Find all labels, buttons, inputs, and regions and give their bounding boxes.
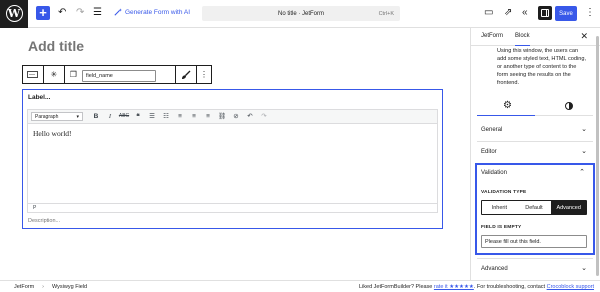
gear-icon[interactable]: ⚙ <box>503 101 512 111</box>
link-icon[interactable]: ⛓ <box>215 112 229 121</box>
rate-link[interactable]: rate it ★★★★★ <box>434 284 474 290</box>
copy-icon[interactable]: ❐ <box>70 70 77 79</box>
option-default[interactable]: Default <box>517 201 552 214</box>
chevron-down-icon: ⌄ <box>581 126 587 133</box>
brush-icon[interactable] <box>176 66 198 83</box>
unlink-icon[interactable]: ⊘ <box>229 112 243 121</box>
sidebar-tabs: JetForm Block ✕ <box>471 28 600 46</box>
magic-wand-icon <box>114 8 122 16</box>
validation-type-toggle: Inherit Default Advanced <box>481 200 587 215</box>
settings-sidebar-toggle[interactable] <box>538 6 552 20</box>
credit-prefix: Liked JetFormBuilder? Please <box>359 284 433 290</box>
options-menu-icon[interactable]: ⋮ <box>585 7 595 19</box>
tab-jetform[interactable]: JetForm <box>481 33 503 39</box>
panel-general-title: General <box>481 127 503 133</box>
sidebar-sub-tabs: ⚙ <box>477 98 593 116</box>
editor-canvas: Add title ✳ ❐ field_name ⋮ Label... Para… <box>0 28 470 280</box>
undo-icon[interactable]: ↶ <box>58 7 66 19</box>
document-title: No title · JetForm <box>277 10 324 17</box>
support-link[interactable]: Crocoblock support <box>547 284 594 290</box>
italic-icon[interactable]: I <box>103 112 117 121</box>
footer-credit: Liked JetFormBuilder? Please rate it ★★★… <box>359 284 594 290</box>
editor-content[interactable]: Hello world! <box>33 129 72 138</box>
blockquote-icon[interactable]: ❝ <box>131 112 145 121</box>
format-select-value: Paragraph <box>35 113 59 120</box>
numbered-list-icon[interactable]: ☷ <box>159 112 173 121</box>
wysiwyg-editor: Paragraph ▾ B I ABC ❝ ☰ ☷ ≡ ≡ ≡ ⛓ ⊘ ↶ ↷ … <box>27 109 438 213</box>
align-right-icon[interactable]: ≡ <box>201 112 215 121</box>
editor-toolbar: Paragraph ▾ B I ABC ❝ ☰ ☷ ≡ ≡ ≡ ⛓ ⊘ ↶ ↷ <box>28 110 437 124</box>
editor-header: W + ↶ ↷ ☰ Generate Form with AI No title… <box>0 0 600 28</box>
bullet-list-icon[interactable]: ☰ <box>145 112 159 121</box>
editor-footer: JetForm › Wysiwyg Field Liked JetFormBui… <box>0 280 600 292</box>
settings-sidebar: JetForm Block ✕ Using this window, the u… <box>470 28 600 280</box>
command-shortcut: Ctrl+K <box>378 10 394 17</box>
block-options-icon[interactable]: ⋮ <box>197 66 211 83</box>
device-preview-icon[interactable]: ▭ <box>484 7 493 19</box>
field-is-empty-input[interactable]: Please fill out this field. <box>481 235 587 248</box>
field-settings-icon[interactable]: ✳ <box>44 66 65 83</box>
block-description: Using this window, the users can add som… <box>497 48 587 86</box>
breadcrumb-item-wysiwyg[interactable]: Wysiwyg Field <box>52 284 87 290</box>
chevron-up-icon[interactable]: ⌃ <box>579 168 585 176</box>
wysiwyg-field-block[interactable]: Label... Paragraph ▾ B I ABC ❝ ☰ ☷ ≡ ≡ ≡… <box>22 89 443 229</box>
redo-editor-icon[interactable]: ↷ <box>257 112 271 121</box>
field-name-input[interactable]: field_name <box>81 69 156 82</box>
validation-type-label: VALIDATION TYPE <box>481 190 527 195</box>
option-inherit[interactable]: Inherit <box>482 201 517 214</box>
view-post-icon[interactable]: ⇗ <box>504 7 512 19</box>
panel-validation: Validation ⌃ VALIDATION TYPE Inherit Def… <box>475 163 595 255</box>
field-name-group: ❐ field_name <box>65 66 177 83</box>
panel-validation-title[interactable]: Validation <box>481 170 507 176</box>
redo-icon[interactable]: ↷ <box>76 7 84 19</box>
save-button[interactable]: Save <box>555 6 577 21</box>
align-center-icon[interactable]: ≡ <box>187 112 201 121</box>
breadcrumb-item-jetform[interactable]: JetForm <box>14 284 34 290</box>
post-title-input[interactable]: Add title <box>28 38 84 54</box>
block-toolbar: ✳ ❐ field_name ⋮ <box>22 65 212 84</box>
generate-form-ai-label: Generate Form with AI <box>125 8 191 16</box>
wordpress-logo-button[interactable]: W <box>0 0 28 28</box>
field-label-input[interactable]: Label... <box>28 94 50 101</box>
option-advanced[interactable]: Advanced <box>551 201 587 214</box>
document-overview-icon[interactable]: ☰ <box>93 7 102 19</box>
command-palette-bar[interactable]: No title · JetForm Ctrl+K <box>202 6 400 21</box>
styles-icon[interactable] <box>565 102 573 110</box>
format-select[interactable]: Paragraph ▾ <box>31 112 83 121</box>
chevron-right-icon: › <box>42 284 45 290</box>
bold-icon[interactable]: B <box>89 112 103 121</box>
panel-advanced-title: Advanced <box>481 266 508 272</box>
collapse-icon[interactable]: « <box>522 7 528 19</box>
chevron-down-icon: ⌄ <box>581 265 587 272</box>
panel-advanced[interactable]: Advanced ⌄ <box>477 258 593 280</box>
field-description-input[interactable]: Description... <box>28 218 60 224</box>
panel-editor[interactable]: Editor ⌄ <box>477 142 593 164</box>
generate-form-ai-button[interactable]: Generate Form with AI <box>114 8 190 16</box>
undo-editor-icon[interactable]: ↶ <box>243 112 257 121</box>
field-is-empty-label: FIELD IS EMPTY <box>481 225 522 230</box>
block-inserter-button[interactable]: + <box>36 6 50 20</box>
close-icon[interactable]: ✕ <box>580 31 588 42</box>
tab-block[interactable]: Block <box>515 33 530 46</box>
chevron-down-icon: ▾ <box>76 113 79 120</box>
sidebar-scrollbar[interactable] <box>596 30 599 278</box>
breadcrumb: JetForm › Wysiwyg Field <box>14 284 87 290</box>
panel-editor-title: Editor <box>481 149 497 155</box>
chevron-down-icon: ⌄ <box>581 148 587 155</box>
editor-status-path: P <box>28 203 437 212</box>
panel-general[interactable]: General ⌄ <box>477 120 593 142</box>
block-type-icon[interactable] <box>23 66 44 83</box>
credit-mid: . For troubleshooting, contact <box>473 284 546 290</box>
align-left-icon[interactable]: ≡ <box>173 112 187 121</box>
wordpress-icon: W <box>5 5 23 22</box>
strikethrough-icon[interactable]: ABC <box>117 112 131 121</box>
